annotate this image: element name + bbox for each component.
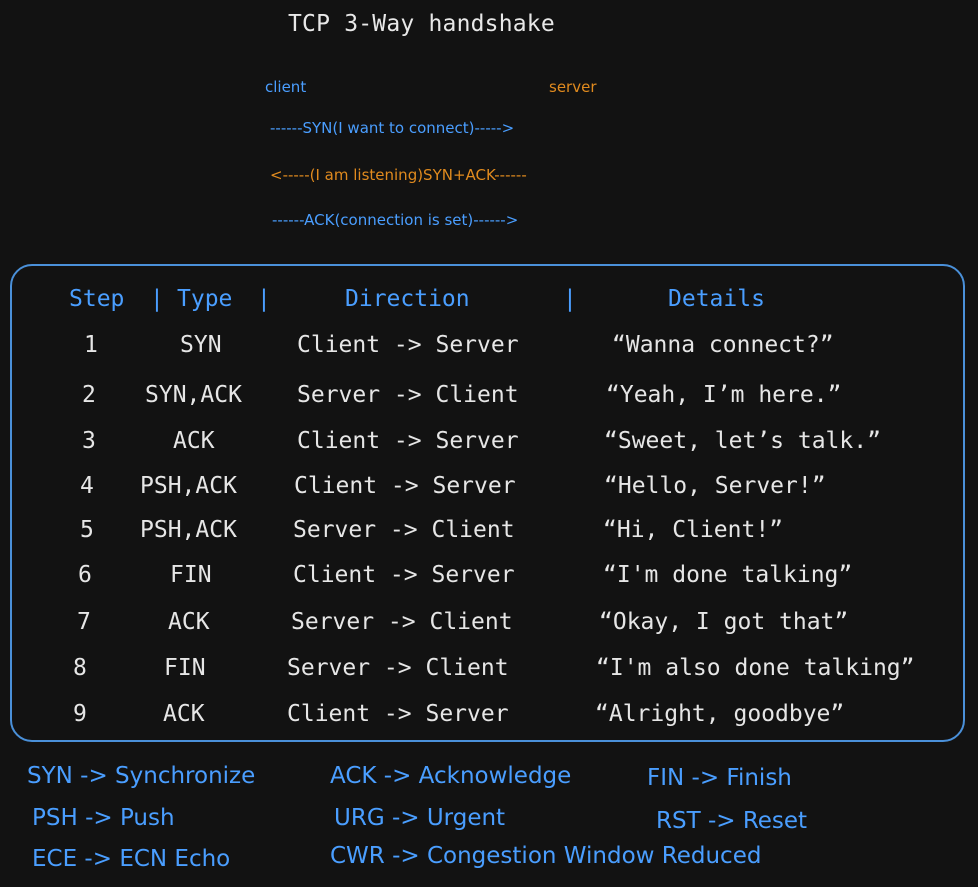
- ack-arrow: ------ACK(connection is set)------>: [272, 211, 519, 229]
- header-separator-2: |: [257, 286, 271, 312]
- header-details: Details: [668, 286, 765, 312]
- row-step-cell: 9: [73, 701, 87, 727]
- row-type-cell: SYN,ACK: [145, 382, 242, 408]
- row-type-cell: PSH,ACK: [140, 473, 237, 499]
- row-step-cell: 7: [77, 609, 91, 635]
- row-type-cell: ACK: [173, 428, 215, 454]
- row-type-cell: FIN: [170, 562, 212, 588]
- row-direction-cell: Client -> Server: [287, 701, 509, 727]
- header-separator-1: |: [150, 286, 164, 312]
- row-direction-cell: Client -> Server: [293, 562, 515, 588]
- diagram-title: TCP 3-Way handshake: [288, 11, 555, 37]
- row-direction-cell: Server -> Client: [293, 517, 515, 543]
- legend-psh: PSH -> Push: [32, 805, 175, 831]
- row-details-cell: “Hi, Client!”: [603, 517, 784, 543]
- legend-cwr: CWR -> Congestion Window Reduced: [330, 843, 762, 869]
- row-details-cell: “Alright, goodbye”: [595, 701, 845, 727]
- legend-ece: ECE -> ECN Echo: [32, 846, 231, 872]
- row-details-cell: “Sweet, let’s talk.”: [604, 428, 881, 454]
- legend-urg: URG -> Urgent: [334, 805, 506, 831]
- syn-arrow: ------SYN(I want to connect)----->: [270, 119, 515, 137]
- legend-ack: ACK -> Acknowledge: [330, 763, 572, 789]
- row-step-cell: 6: [78, 562, 92, 588]
- row-direction-cell: Client -> Server: [297, 428, 519, 454]
- server-label: server: [549, 78, 597, 96]
- row-direction-cell: Server -> Client: [291, 609, 513, 635]
- row-type-cell: ACK: [168, 609, 210, 635]
- row-type-cell: SYN: [180, 332, 222, 358]
- row-type-cell: FIN: [164, 655, 206, 681]
- row-type-cell: PSH,ACK: [140, 517, 237, 543]
- row-details-cell: “Wanna connect?”: [612, 332, 834, 358]
- row-direction-cell: Server -> Client: [297, 382, 519, 408]
- row-type-cell: ACK: [163, 701, 205, 727]
- header-type: Type: [177, 286, 233, 312]
- row-details-cell: “I'm done talking”: [603, 562, 853, 588]
- row-details-cell: “Yeah, I’m here.”: [606, 382, 842, 408]
- row-step-cell: 1: [84, 332, 98, 358]
- row-direction-cell: Client -> Server: [297, 332, 519, 358]
- header-step: Step: [69, 286, 125, 312]
- legend-syn: SYN -> Synchronize: [27, 763, 256, 789]
- row-direction-cell: Client -> Server: [294, 473, 516, 499]
- row-direction-cell: Server -> Client: [287, 655, 509, 681]
- row-step-cell: 4: [80, 473, 94, 499]
- row-step-cell: 2: [82, 382, 96, 408]
- row-step-cell: 8: [73, 655, 87, 681]
- row-details-cell: “Hello, Server!”: [604, 473, 826, 499]
- syn-ack-arrow: <-----(I am listening)SYN+ACK------: [270, 166, 527, 184]
- row-details-cell: “I'm also done talking”: [596, 655, 915, 681]
- row-details-cell: “Okay, I got that”: [599, 609, 849, 635]
- row-step-cell: 3: [82, 428, 96, 454]
- header-separator-3: |: [563, 286, 577, 312]
- header-direction: Direction: [345, 286, 470, 312]
- row-step-cell: 5: [80, 517, 94, 543]
- legend-fin: FIN -> Finish: [647, 765, 792, 791]
- legend-rst: RST -> Reset: [656, 808, 808, 834]
- client-label: client: [265, 78, 307, 96]
